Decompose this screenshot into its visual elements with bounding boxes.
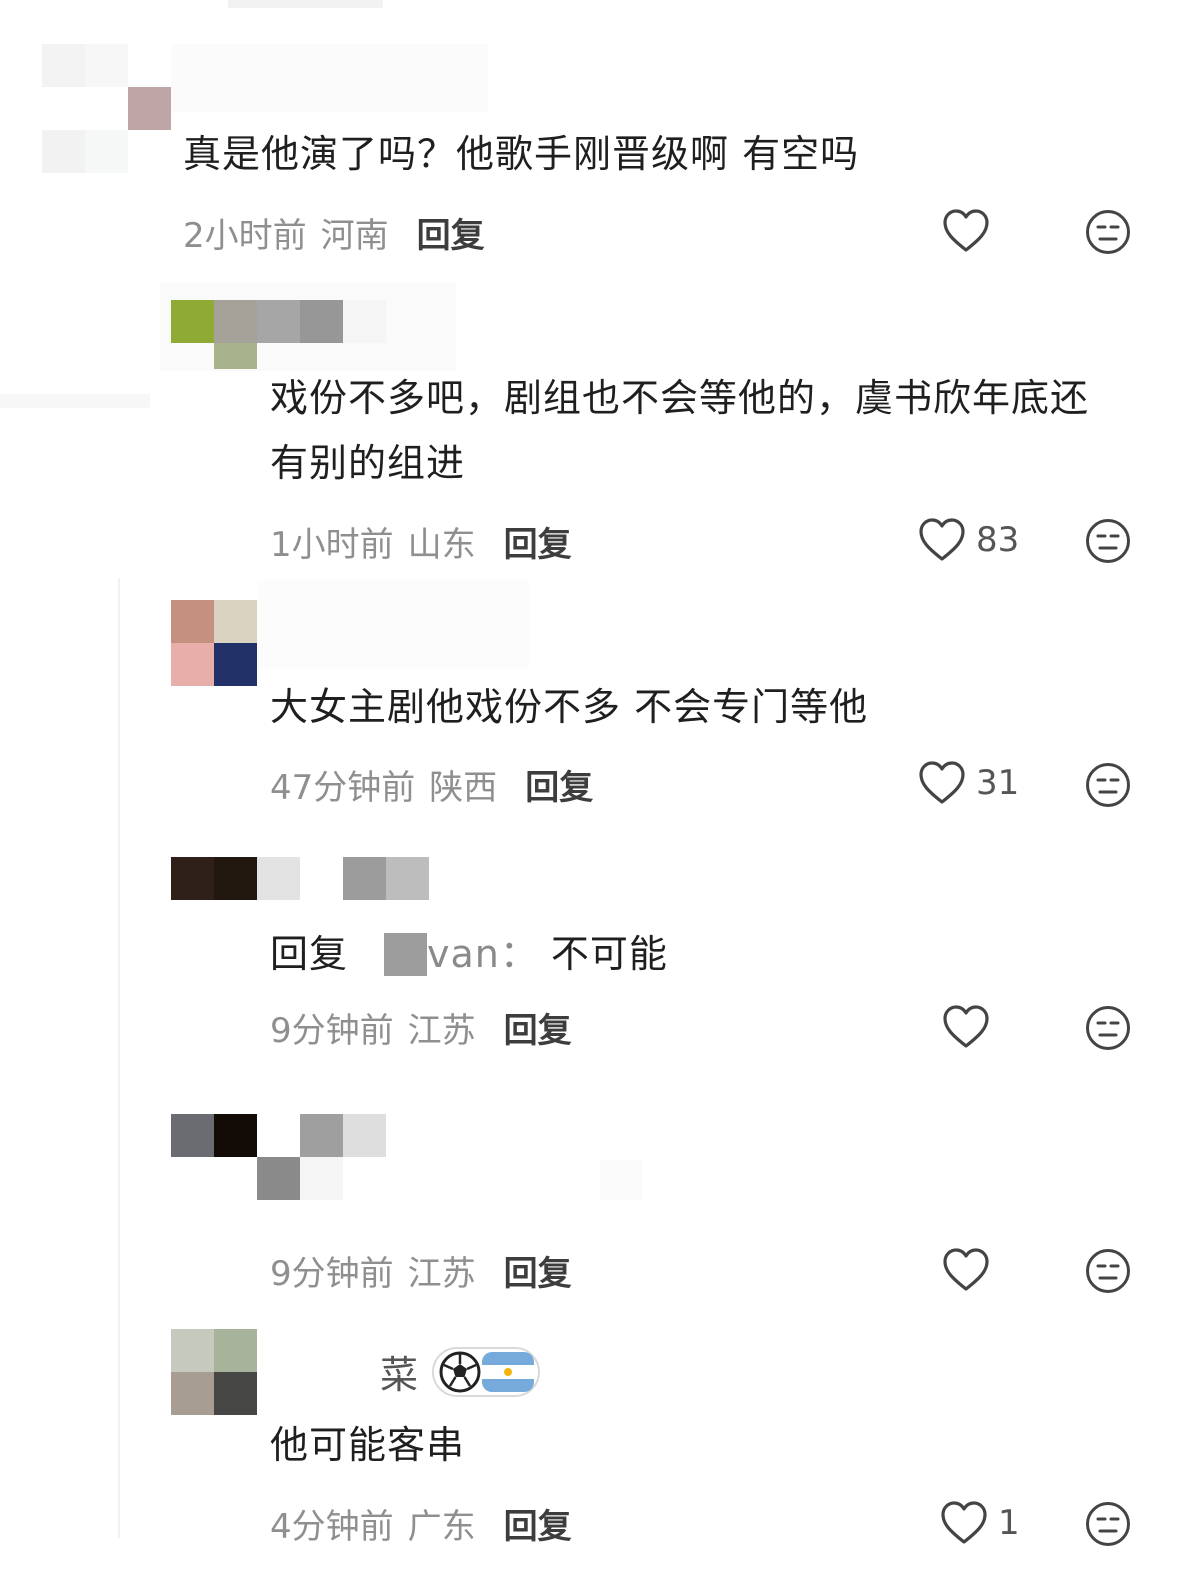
blurred-region [0,394,150,408]
dislike-button[interactable] [1085,1005,1131,1051]
neutral-face-icon [1085,518,1131,564]
dislike-button[interactable] [1085,209,1131,255]
heart-icon [942,1247,990,1293]
comment-text: 不可能 [550,932,668,976]
heart-icon [918,760,966,806]
username-row: 菜 [380,1344,541,1399]
comment-meta: 4分钟前 广东 回复 [270,1499,572,1547]
avatar-blurred[interactable] [171,1114,386,1200]
blurred-region [228,0,383,8]
dislike-button[interactable] [1085,762,1131,808]
comment-time: 9分钟前 [270,1253,394,1294]
like-button[interactable] [942,1004,990,1050]
avatar[interactable] [42,44,171,173]
like-button[interactable]: 83 [918,517,1019,563]
comment-location: 陕西 [429,767,498,808]
heart-icon [942,208,990,254]
comment-text-line2: 有别的组进 [270,441,466,485]
like-count: 83 [976,520,1020,560]
reply-button[interactable]: 回复 [504,1246,572,1295]
neutral-face-icon [1085,1248,1131,1294]
reply-button[interactable]: 回复 [504,1003,572,1052]
comment-text-line1: 戏份不多吧，剧组也不会等他的，虞书欣年底还 [270,376,1090,420]
neutral-face-icon [1085,1501,1131,1547]
reply-button[interactable]: 回复 [504,517,572,566]
mentioned-user[interactable]: van： [384,922,539,986]
dislike-button[interactable] [1085,518,1131,564]
blurred-region [600,1160,642,1200]
blurred-region [257,580,529,668]
blurred-region [150,44,488,112]
thread-line [118,578,120,1538]
username-blurred[interactable] [171,857,429,900]
comment-location: 广东 [407,1506,476,1547]
reply-button[interactable]: 回复 [525,760,593,809]
neutral-face-icon [1085,1005,1131,1051]
heart-icon [942,1004,990,1050]
comment-text: 大女主剧他戏份不多 不会专门等他 [270,685,869,729]
dislike-button[interactable] [1085,1248,1131,1294]
avatar[interactable] [171,600,257,686]
reply-prefix: 回复 [270,932,349,976]
avatar-fragment [214,343,257,369]
username-fragment[interactable]: 菜 [380,1344,418,1399]
soccer-ball-icon [438,1350,482,1394]
comment-meta: 9分钟前 江苏 回复 [270,1003,572,1051]
comment-time: 2小时前 [183,215,307,256]
comment-meta: 47分钟前 陕西 回复 [270,760,593,808]
dislike-button[interactable] [1085,1501,1131,1547]
like-count: 31 [976,763,1020,803]
comment-time: 4分钟前 [270,1506,394,1547]
like-button[interactable] [942,1247,990,1293]
comment-meta: 2小时前 河南 回复 [183,208,485,256]
comment-location: 山东 [407,524,476,565]
mentioned-user-fragment: van： [427,932,539,976]
comment-location: 江苏 [407,1253,476,1294]
comment-time: 47分钟前 [270,767,416,808]
comment-meta: 1小时前 山东 回复 [270,517,572,565]
reply-button[interactable]: 回复 [417,208,485,257]
like-button[interactable]: 31 [918,760,1019,806]
username-blurred[interactable] [171,300,386,343]
fan-badge [432,1346,541,1397]
neutral-face-icon [1085,762,1131,808]
like-button[interactable]: 1 [940,1500,1020,1546]
comment-time: 9分钟前 [270,1010,394,1051]
like-count: 1 [998,1503,1020,1543]
reply-line: 回复 van： 不可能 [270,922,668,986]
heart-icon [940,1500,988,1546]
comment-location: 江苏 [407,1010,476,1051]
neutral-face-icon [1085,209,1131,255]
reply-button[interactable]: 回复 [504,1499,572,1548]
avatar[interactable] [171,1329,257,1415]
comment-time: 1小时前 [270,524,394,565]
comment-location: 河南 [320,215,389,256]
comment-meta: 9分钟前 江苏 回复 [270,1246,572,1294]
argentina-flag-icon [482,1351,535,1392]
comment-text: 他可能客串 [270,1423,466,1467]
heart-icon [918,517,966,563]
comment-text: 真是他演了吗？他歌手刚晋级啊 有空吗 [183,132,860,176]
like-button[interactable] [942,208,990,254]
